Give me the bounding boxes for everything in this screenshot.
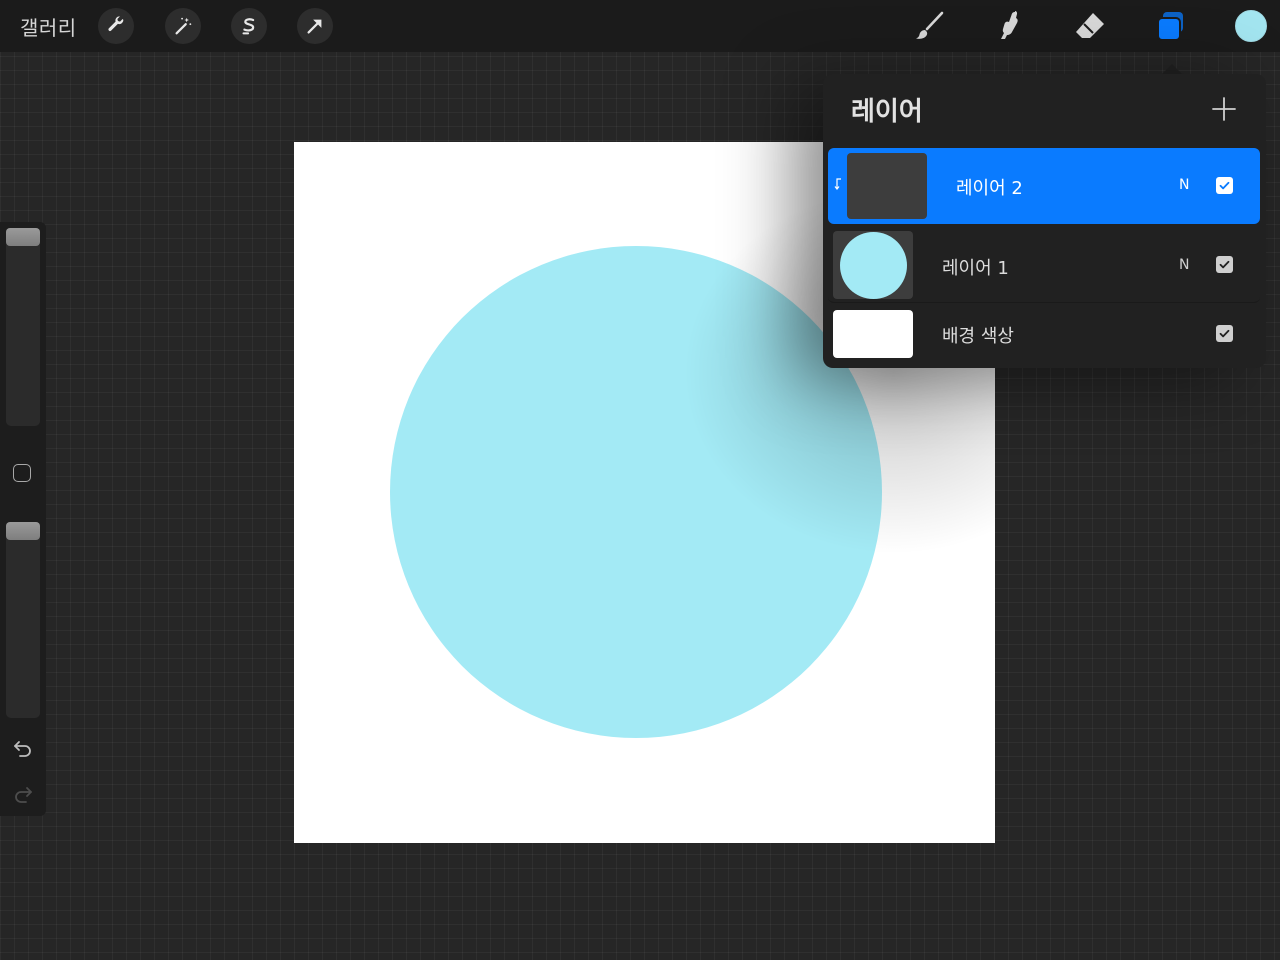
layers-tool[interactable] (1153, 8, 1189, 44)
selection-s-icon (242, 18, 255, 35)
layers-panel: 레이어 레이어 2 N 레이어 1 N 배경 색상 (823, 74, 1266, 368)
redo-icon[interactable] (11, 782, 35, 806)
layer-name: 배경 색상 (942, 326, 1014, 347)
panel-title: 레이어 (851, 97, 923, 127)
layer-row-background-color[interactable]: 배경 색상 (828, 304, 1260, 364)
undo-icon[interactable] (11, 736, 35, 760)
layer-name: 레이어 2 (956, 178, 1023, 199)
smudge-icon (1001, 11, 1018, 39)
wrench-icon (108, 16, 124, 32)
visibility-checkbox[interactable] (1216, 256, 1233, 273)
opacity-thumb[interactable] (6, 522, 40, 540)
blend-mode-button[interactable]: N (1179, 177, 1189, 193)
checkmark-icon (1219, 260, 1230, 269)
brush-icon (916, 11, 944, 39)
opacity-slider[interactable] (6, 522, 40, 718)
visibility-checkbox[interactable] (1216, 325, 1233, 342)
eraser-tool[interactable] (1072, 8, 1108, 44)
transform-arrow-icon (307, 19, 322, 34)
visibility-checkbox[interactable] (1216, 177, 1233, 194)
panel-pointer (1162, 64, 1182, 74)
blend-mode-button[interactable]: N (1179, 257, 1189, 273)
brush-size-slider[interactable] (6, 228, 40, 426)
gallery-button[interactable]: 갤러리 (20, 12, 77, 41)
layer-thumbnail (847, 153, 927, 219)
plus-icon[interactable] (1209, 94, 1239, 124)
selection-button[interactable] (231, 8, 267, 44)
modifier-button[interactable] (13, 464, 31, 482)
layer-row-layer-2[interactable]: 레이어 2 N (828, 148, 1260, 224)
color-picker-button[interactable] (1235, 10, 1267, 42)
transform-button[interactable] (297, 8, 333, 44)
magic-wand-icon (175, 17, 192, 35)
background-thumbnail (833, 310, 913, 358)
checkmark-icon (1219, 329, 1230, 338)
checkmark-icon (1219, 181, 1230, 190)
layer-name: 레이어 1 (942, 258, 1009, 279)
actions-button[interactable] (98, 8, 134, 44)
thumbnail-circle (840, 232, 907, 299)
top-toolbar: 갤러리 (0, 0, 1280, 52)
adjustments-button[interactable] (165, 8, 201, 44)
brush-tool[interactable] (912, 8, 948, 44)
layer-thumbnail (833, 231, 913, 299)
left-sidebar (0, 222, 46, 816)
brush-size-thumb[interactable] (6, 228, 40, 246)
smudge-tool[interactable] (992, 8, 1028, 44)
layer-row-layer-1[interactable]: 레이어 1 N (828, 228, 1260, 303)
clipping-mask-icon (834, 178, 841, 190)
eraser-icon (1076, 13, 1104, 38)
layers-icon (1157, 12, 1183, 41)
